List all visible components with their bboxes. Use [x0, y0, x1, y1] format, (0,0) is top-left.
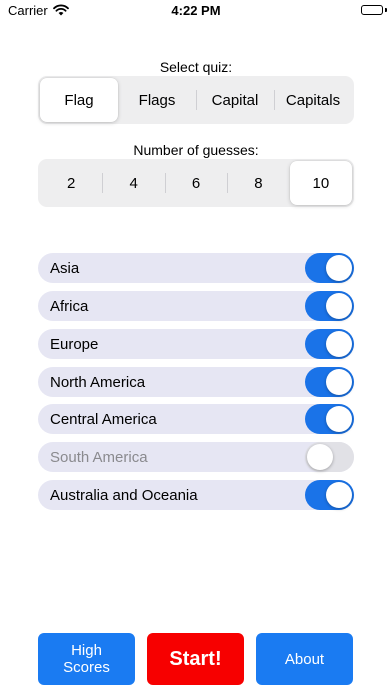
region-toggle-central-america[interactable]	[305, 404, 354, 434]
guess-option-2[interactable]: 2	[40, 161, 102, 205]
region-label: Africa	[50, 298, 89, 315]
region-toggle-europe[interactable]	[305, 329, 354, 359]
toggle-knob	[326, 482, 352, 508]
quiz-option-capital[interactable]: Capital	[196, 78, 274, 122]
high-scores-label-line1: High	[71, 642, 102, 659]
toggle-knob	[326, 255, 352, 281]
region-label: South America	[50, 449, 148, 466]
guess-option-10[interactable]: 10	[289, 161, 353, 205]
region-label: Central America	[50, 411, 157, 428]
toggle-knob	[326, 331, 352, 357]
region-label: Europe	[50, 336, 99, 353]
region-row-north-america: North America	[38, 367, 354, 397]
battery-icon	[361, 5, 383, 15]
region-label: Australia and Oceania	[50, 487, 198, 504]
region-toggle-africa[interactable]	[305, 291, 354, 321]
quiz-type-selector: Flag Flags Capital Capitals	[38, 76, 354, 124]
quiz-option-capitals[interactable]: Capitals	[274, 78, 352, 122]
select-quiz-label: Select quiz:	[159, 59, 233, 75]
toggle-knob	[326, 406, 352, 432]
region-row-australia-oceania: Australia and Oceania	[38, 480, 354, 510]
region-row-asia: Asia	[38, 253, 354, 283]
start-button[interactable]: Start!	[147, 633, 244, 685]
region-row-africa: Africa	[38, 291, 354, 321]
guess-count-selector: 2 4 6 8 10	[38, 159, 354, 207]
status-bar: Carrier 4:22 PM	[0, 0, 392, 24]
number-of-guesses-label: Number of guesses:	[133, 142, 259, 158]
region-toggle-australia-oceania[interactable]	[305, 480, 354, 510]
region-label: North America	[50, 374, 146, 391]
battery-tip	[385, 8, 387, 12]
quiz-option-flag[interactable]: Flag	[40, 78, 118, 122]
region-row-central-america: Central America	[38, 404, 354, 434]
region-toggle-asia[interactable]	[305, 253, 354, 283]
region-row-europe: Europe	[38, 329, 354, 359]
region-toggle-south-america[interactable]	[305, 442, 354, 472]
region-row-south-america: South America	[38, 442, 354, 472]
toggle-knob	[326, 369, 352, 395]
toggle-knob	[307, 444, 333, 470]
about-button[interactable]: About	[256, 633, 353, 685]
guess-option-4[interactable]: 4	[102, 161, 164, 205]
high-scores-button[interactable]: High Scores	[38, 633, 135, 685]
region-toggle-north-america[interactable]	[305, 367, 354, 397]
about-label: About	[284, 650, 325, 668]
guess-option-6[interactable]: 6	[164, 161, 227, 205]
high-scores-label-line2: Scores	[63, 659, 110, 676]
start-label: Start!	[169, 647, 222, 670]
region-label: Asia	[50, 260, 80, 277]
quiz-option-flags[interactable]: Flags	[118, 78, 196, 122]
guess-option-8[interactable]: 8	[227, 161, 289, 205]
toggle-knob	[326, 293, 352, 319]
clock: 4:22 PM	[171, 3, 221, 18]
